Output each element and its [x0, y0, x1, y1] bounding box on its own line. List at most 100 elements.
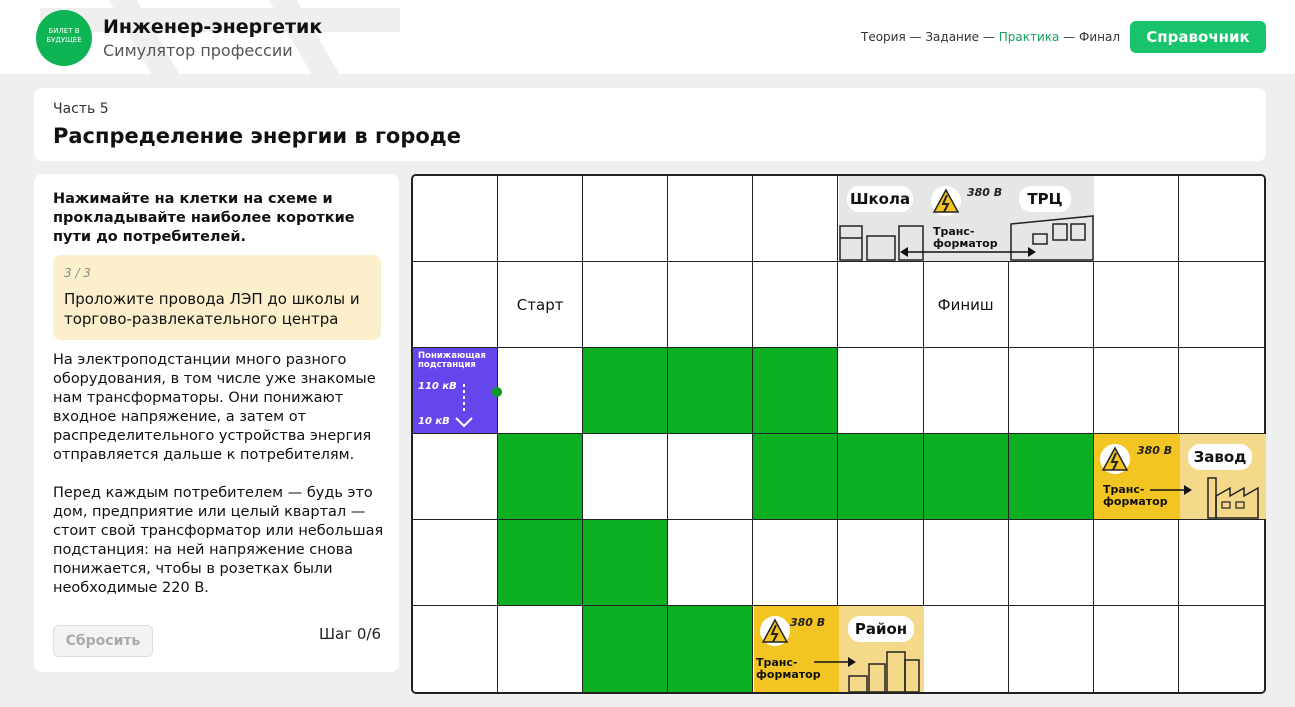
start-label: Старт [516, 296, 564, 314]
grid-cell-r6-c2[interactable] [498, 606, 584, 692]
substation-output-voltage: 10 кВ [418, 416, 450, 427]
grid-cell-r6-c10[interactable] [1178, 606, 1264, 692]
grid-cell-r3-c10[interactable] [1178, 348, 1264, 434]
grid-cell-r4-c1[interactable] [413, 434, 499, 520]
step-counter: Шаг 0/6 [318, 625, 381, 643]
grid-cell-r1-c2[interactable] [498, 176, 584, 262]
grid-cell-r2-c4[interactable] [668, 262, 754, 348]
grid-cell-r4-c8[interactable] [1008, 434, 1094, 520]
transformer-voltage: 380 В [790, 616, 826, 629]
grid-cell-r6-c1[interactable] [413, 606, 499, 692]
title-card: Часть 5 Распределение энергии в городе [34, 88, 1266, 161]
grid-cell-r2-c1[interactable] [413, 262, 499, 348]
app-title: Инженер-энергетик [103, 16, 323, 38]
connection-arrow-icon [814, 657, 856, 667]
instructions-panel: Нажимайте на клетки на схеме и прокладыв… [34, 174, 399, 672]
grid-cell-r5-c8[interactable] [1008, 520, 1094, 606]
logo-text: БИЛЕТ В БУДУЩЕЕ [46, 27, 82, 44]
finish-label: Финиш [937, 296, 994, 314]
step-practice: Практика [998, 30, 1060, 44]
grid-cell-r6-c4[interactable] [668, 606, 754, 692]
substation-tile: Понижающая подстанция 110 кВ 10 кВ [413, 348, 497, 433]
grid-cell-r2-c6[interactable] [838, 262, 924, 348]
grid-cell-r6-c8[interactable] [1008, 606, 1094, 692]
mall-label: ТРЦ [1019, 186, 1071, 212]
grid-cell-r5-c3[interactable] [583, 520, 669, 606]
lightning-icon [1100, 444, 1130, 474]
grid-cell-r1-c1[interactable] [413, 176, 499, 262]
grid-cell-r2-c9[interactable] [1093, 262, 1179, 348]
logo[interactable]: БИЛЕТ В БУДУЩЕЕ [36, 10, 92, 66]
grid-cell-r2-c10[interactable] [1178, 262, 1264, 348]
grid-cell-r5-c6[interactable] [838, 520, 924, 606]
grid-cell-r3-c9[interactable] [1093, 348, 1179, 434]
grid-cell-r3-c7[interactable] [923, 348, 1009, 434]
grid-cell-r2-c2[interactable]: Старт [498, 262, 584, 348]
grid-cell-r4-c5[interactable] [753, 434, 839, 520]
grid-cell-r1-c3[interactable] [583, 176, 669, 262]
lightning-icon [931, 186, 961, 216]
app-subtitle: Симулятор профессии [103, 41, 293, 60]
grid-cell-r6-c9[interactable] [1093, 606, 1179, 692]
reference-button[interactable]: Справочник [1130, 21, 1266, 53]
grid-cell-r3-c5[interactable] [753, 348, 839, 434]
header: БИЛЕТ В БУДУЩЕЕ Инженер-энергетик Симуля… [0, 0, 1295, 74]
reset-button[interactable]: Сбросить [53, 625, 153, 657]
grid-cell-r5-c1[interactable] [413, 520, 499, 606]
distributor-arrows-icon [506, 352, 578, 430]
transformer-voltage: 380 В [1137, 444, 1173, 457]
step-separator: — [979, 30, 999, 44]
grid-cell-r6-c7[interactable] [923, 606, 1009, 692]
grid-cell-r1-c10[interactable] [1178, 176, 1264, 262]
grid-cell-r5-c2[interactable] [498, 520, 584, 606]
step-separator: — [1059, 30, 1079, 44]
substation-input-voltage: 110 кВ [418, 381, 457, 392]
grid-cell-r3-c4[interactable] [668, 348, 754, 434]
transformer-factory: 380 В Транс- форматор [1094, 434, 1180, 519]
district-buildings-icon [848, 651, 920, 692]
grid-cell-r3-c3[interactable] [583, 348, 669, 434]
connection-arrow-icon [900, 247, 1036, 257]
instruction-text: Нажимайте на клетки на схеме и прокладыв… [53, 191, 355, 245]
connection-arrow-icon [1150, 485, 1192, 495]
grid-cell-r2-c8[interactable] [1008, 262, 1094, 348]
step-separator: — [905, 30, 926, 44]
transformer-voltage: 380 В [967, 186, 1003, 199]
grid-cell-r1-c9[interactable] [1093, 176, 1179, 262]
grid-cell-r1-c5[interactable] [753, 176, 839, 262]
grid-cell-r4-c7[interactable] [923, 434, 1009, 520]
step-final: Финал [1079, 30, 1120, 44]
school-label: Школа [847, 186, 913, 212]
grid-cell-r5-c9[interactable] [1093, 520, 1179, 606]
district-tile[interactable]: Район [839, 606, 924, 692]
grid-cell-r4-c4[interactable] [668, 434, 754, 520]
part-label: Часть 5 [53, 101, 109, 117]
task-text: Проложите провода ЛЭП до школы и торгово… [64, 290, 360, 328]
grid-cell-r1-c4[interactable] [668, 176, 754, 262]
grid-cell-r2-c5[interactable] [753, 262, 839, 348]
grid-cell-r3-c6[interactable] [838, 348, 924, 434]
grid-cell-r5-c10[interactable] [1178, 520, 1264, 606]
task-counter: 3 / 3 [64, 266, 91, 280]
factory-building-icon [1207, 477, 1259, 519]
grid-cell-r2-c7[interactable]: Финиш [923, 262, 1009, 348]
down-arrow-icon [455, 384, 473, 428]
factory-label: Завод [1188, 444, 1252, 470]
progress-steps: Теория — Задание — Практика — Финал• [861, 30, 1135, 44]
step-theory: Теория [861, 30, 906, 44]
district-label: Район [848, 616, 914, 642]
distributor-voltage: 10 кВ [506, 375, 538, 386]
grid-cell-r5-c7[interactable] [923, 520, 1009, 606]
grid-cell-r5-c5[interactable] [753, 520, 839, 606]
transformer-district: 380 В Транс- форматор [754, 606, 839, 692]
grid-cell-r4-c2[interactable] [498, 434, 584, 520]
grid-cell-r4-c6[interactable] [838, 434, 924, 520]
grid-cell-r5-c4[interactable] [668, 520, 754, 606]
task-card: 3 / 3 Проложите провода ЛЭП до школы и т… [53, 255, 381, 340]
grid-cell-r2-c3[interactable] [583, 262, 669, 348]
grid-cell-r3-c8[interactable] [1008, 348, 1094, 434]
grid-cell-r6-c3[interactable] [583, 606, 669, 692]
grid-cell-r4-c3[interactable] [583, 434, 669, 520]
factory-tile[interactable]: Завод [1180, 434, 1266, 519]
explanation-text: На электроподстанции много разного обору… [53, 352, 384, 596]
